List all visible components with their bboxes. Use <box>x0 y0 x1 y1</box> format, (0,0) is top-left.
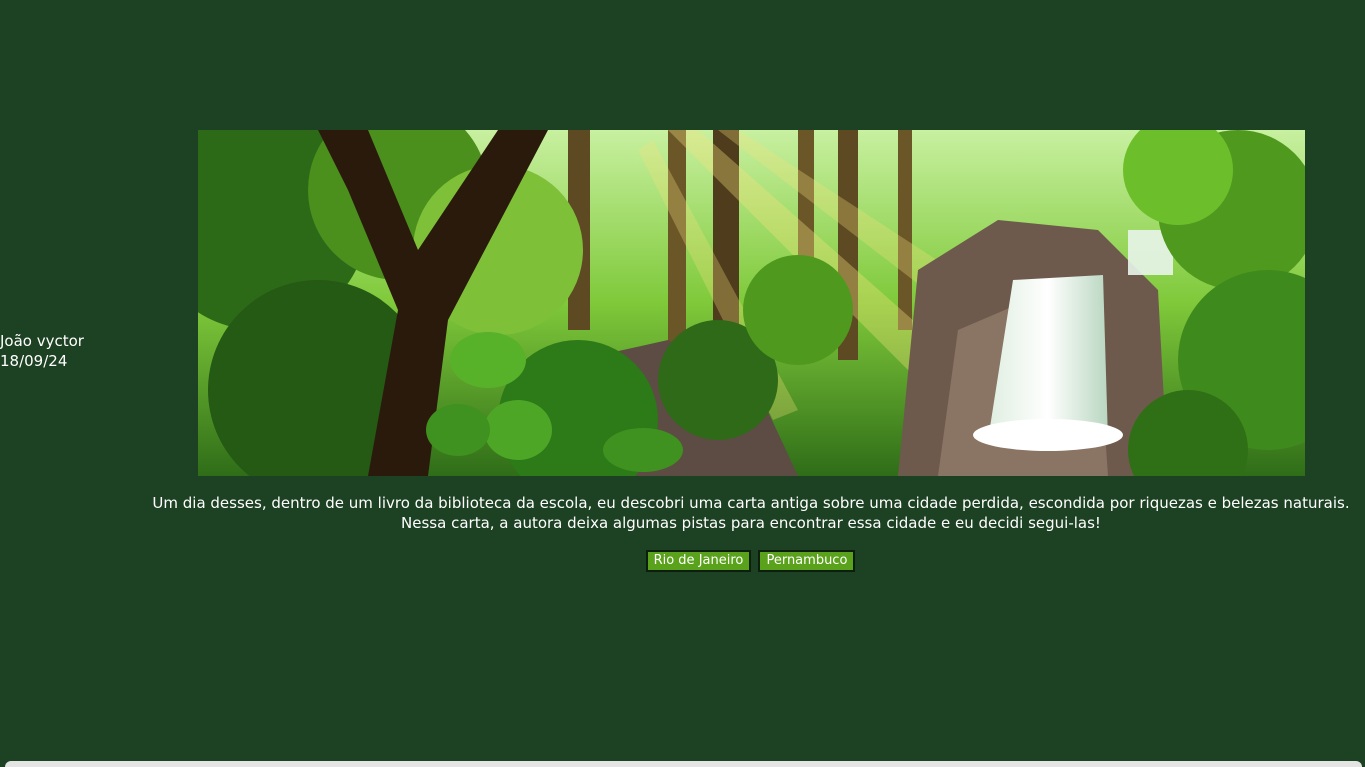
choice-buttons: Rio de Janeiro Pernambuco <box>0 549 1365 572</box>
rio-de-janeiro-button[interactable]: Rio de Janeiro <box>645 550 752 572</box>
forest-waterfall-icon <box>198 130 1305 476</box>
author-info: João vyctor 18/09/24 <box>0 331 84 371</box>
author-name: João vyctor <box>0 332 84 350</box>
forest-banner-image <box>198 130 1305 476</box>
page: João vyctor 18/09/24 Um dia desses, dent… <box>0 0 1365 767</box>
story-paragraph: Um dia desses, dentro de um livro da bib… <box>152 494 1350 532</box>
pernambuco-button[interactable]: Pernambuco <box>758 550 856 572</box>
horizontal-scrollbar[interactable] <box>5 761 1362 767</box>
author-date: 18/09/24 <box>0 352 68 370</box>
